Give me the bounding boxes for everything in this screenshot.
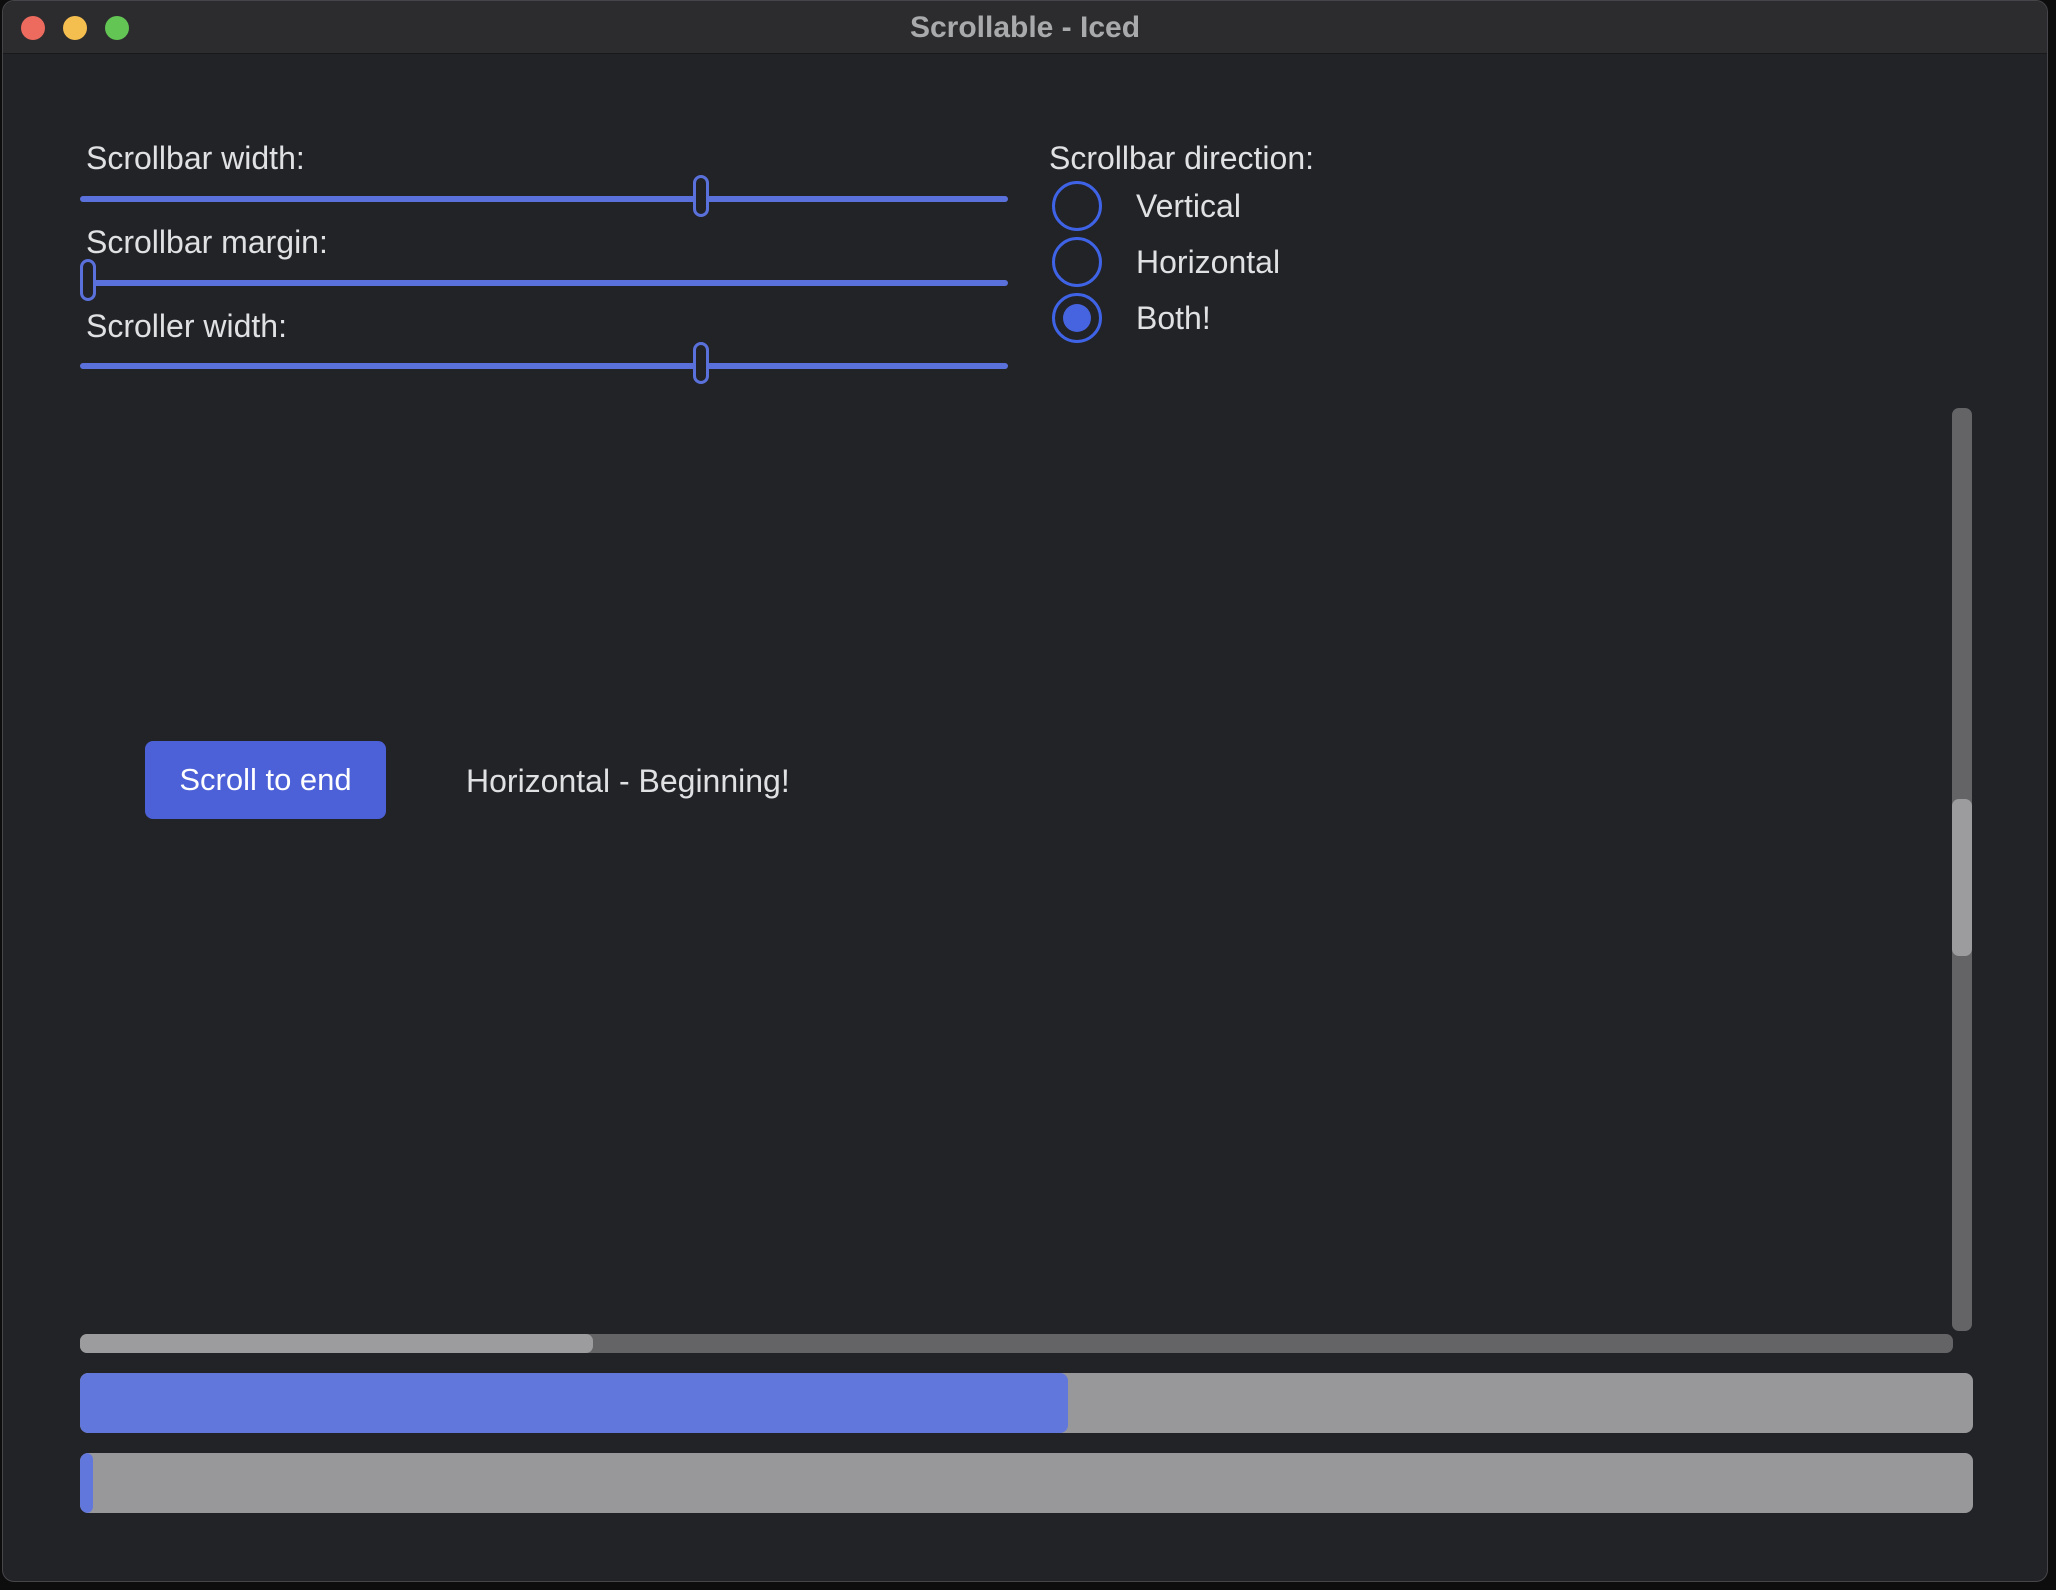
window-title: Scrollable - Iced: [3, 1, 2047, 54]
vertical-scrollbar-thumb[interactable]: [1952, 799, 1972, 956]
scrollbar-margin-label: Scrollbar margin:: [86, 224, 328, 261]
progressbar-fill: [80, 1453, 93, 1513]
horizontal-scroll-progressbar: [80, 1453, 1973, 1513]
scroller-width-slider-handle[interactable]: [693, 342, 709, 384]
scrollbar-direction-label: Scrollbar direction:: [1049, 140, 1314, 177]
radio-horizontal-label[interactable]: Horizontal: [1136, 244, 1280, 281]
horizontal-scrollbar[interactable]: [80, 1334, 1953, 1353]
titlebar: Scrollable - Iced: [3, 1, 2047, 54]
vertical-scroll-progressbar: [80, 1373, 1973, 1433]
vertical-scrollbar[interactable]: [1952, 408, 1972, 1331]
radio-both[interactable]: [1052, 293, 1102, 343]
scrollbar-width-slider[interactable]: [80, 196, 1008, 202]
scroll-status-text: Horizontal - Beginning!: [466, 763, 790, 800]
radio-dot-icon: [1063, 304, 1091, 332]
radio-horizontal[interactable]: [1052, 237, 1102, 287]
scroller-width-slider[interactable]: [80, 363, 1008, 369]
app-window: Scrollable - Iced Scrollbar width: Scrol…: [2, 0, 2048, 1582]
scrollbar-width-slider-handle[interactable]: [693, 175, 709, 217]
scrollbar-width-label: Scrollbar width:: [86, 140, 305, 177]
scrollbar-margin-slider[interactable]: [80, 280, 1008, 286]
progressbar-fill: [80, 1373, 1068, 1433]
scroll-to-end-button[interactable]: Scroll to end: [145, 741, 386, 819]
scroller-width-label: Scroller width:: [86, 308, 287, 345]
radio-vertical[interactable]: [1052, 181, 1102, 231]
horizontal-scrollbar-thumb[interactable]: [80, 1334, 593, 1353]
radio-both-label[interactable]: Both!: [1136, 300, 1211, 337]
radio-vertical-label[interactable]: Vertical: [1136, 188, 1241, 225]
scrollbar-margin-slider-handle[interactable]: [80, 259, 96, 301]
